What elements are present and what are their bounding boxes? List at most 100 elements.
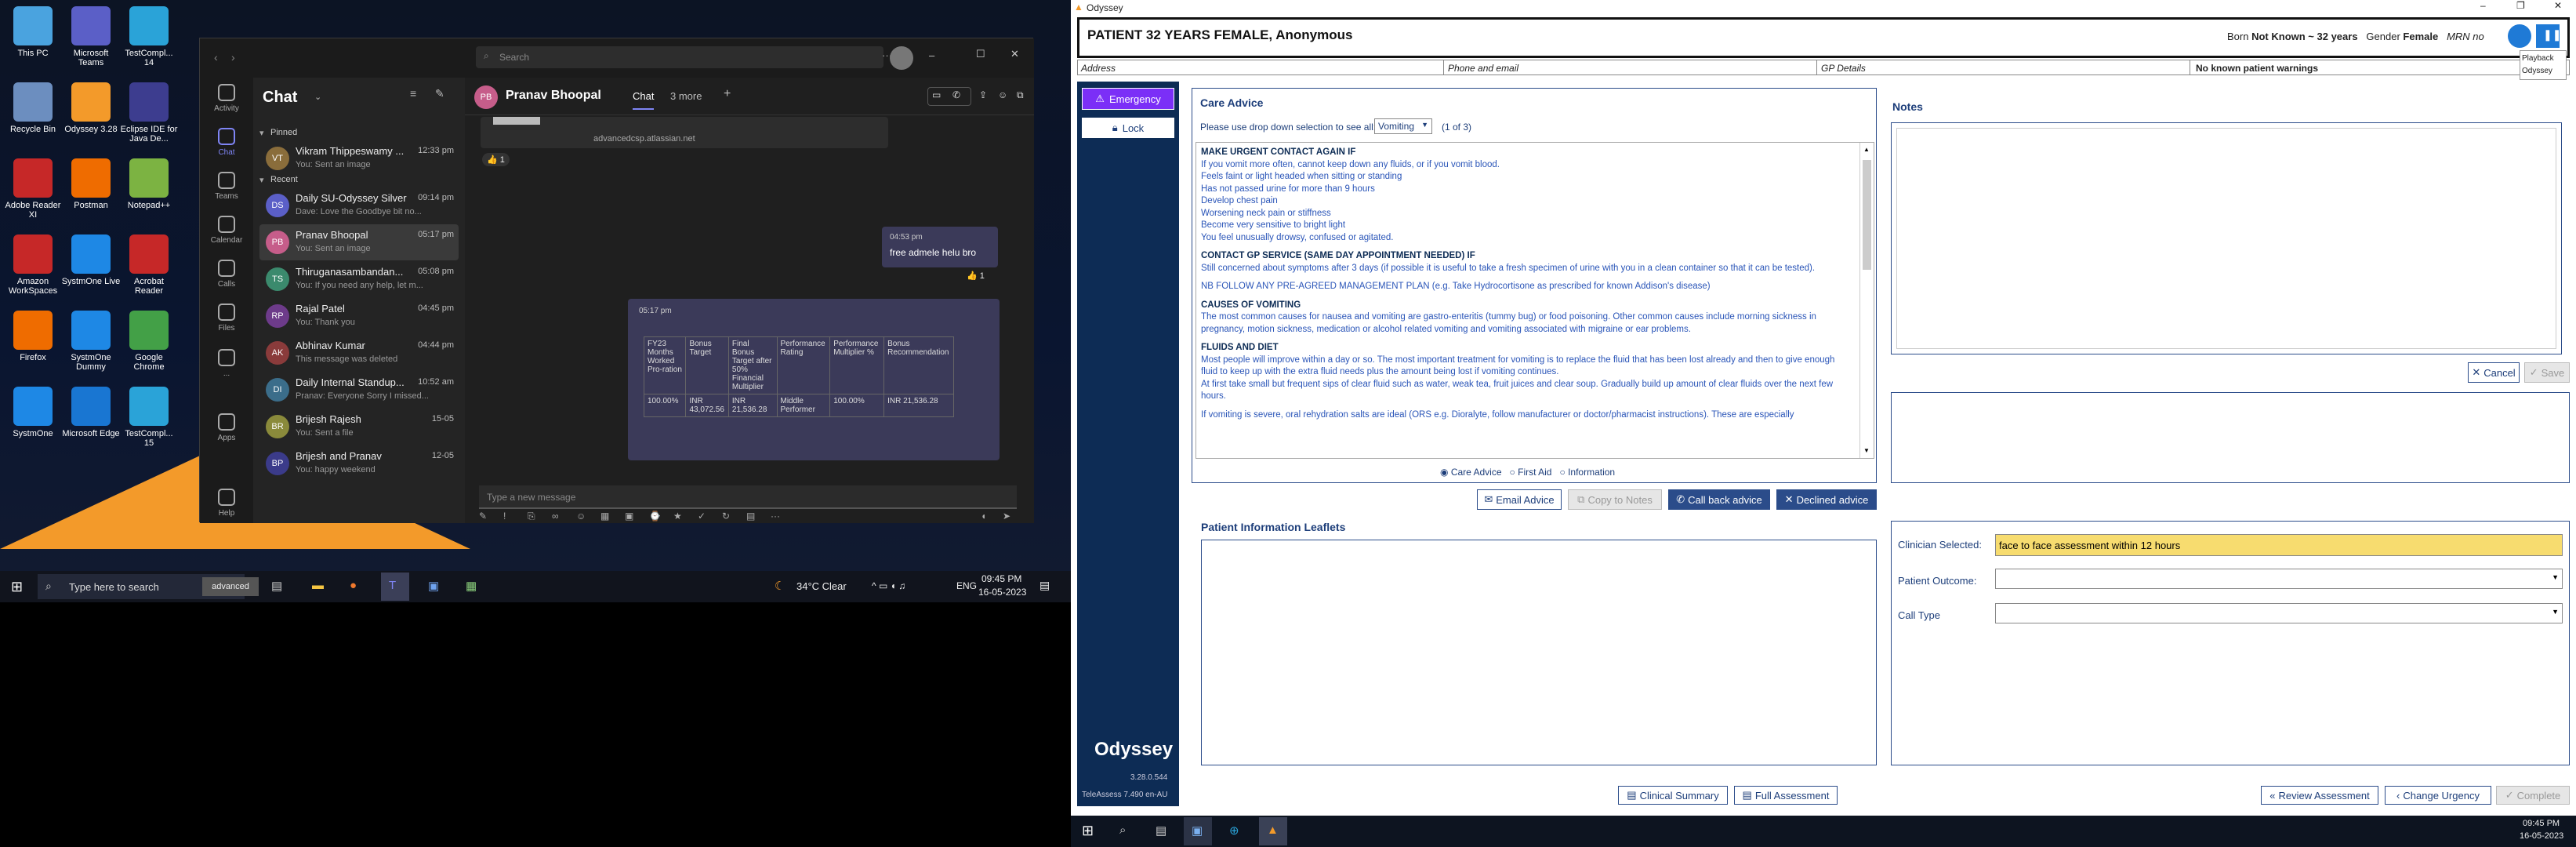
rail-item-2[interactable]: Teams [200,165,253,209]
complete-button[interactable]: ✓ Complete [2496,786,2570,805]
popout-icon[interactable]: ⧉ [1017,89,1024,101]
advice-scrollbar[interactable]: ▲ ▼ [1859,143,1874,458]
clock-time[interactable]: 09:45 PM [981,573,1021,584]
file-explorer-icon[interactable]: ▬ [312,579,324,592]
rail-item-0[interactable]: Activity [200,78,253,122]
chat-list-item[interactable]: DI Daily Internal Standup... Pranav: Every… [259,372,459,408]
scroll-thumb[interactable] [1863,160,1871,270]
pause-icon[interactable]: ❚❚ [2536,24,2561,48]
message-bubble-table[interactable]: 05:17 pm FY23 Months Worked Pro-ration Bo… [628,299,1000,460]
desktop-icon[interactable]: Firefox [3,307,63,386]
rail-item-4[interactable]: Calls [200,253,253,297]
chat-list-item[interactable]: BP Brijesh and Pranav You: happy weekend 12… [259,445,459,482]
desktop-icon[interactable]: Postman [61,155,121,234]
chat-list-item[interactable]: DS Daily SU-Odyssey Silver Dave: Love the … [259,187,459,224]
call-type-dropdown[interactable]: ▼ [1995,603,2563,623]
desktop-icon[interactable]: Adobe Reader XI [3,155,63,234]
desktop-icon[interactable]: TestCompl... 14 [119,3,179,82]
search-icon[interactable]: ⌕ [1119,823,1126,837]
playback-logo-icon[interactable] [2508,24,2531,48]
firefox-taskbar-icon[interactable]: ● [350,579,357,592]
sticker-icon[interactable]: ▣ [625,511,633,522]
close-icon[interactable]: ✕ [2554,0,2562,11]
windows-start-icon[interactable]: ⊞ [11,579,23,595]
clock-date[interactable]: 16-05-2023 [978,587,1026,598]
send-icon[interactable]: ➤ [1003,511,1010,522]
close-icon[interactable]: ✕ [1010,48,1019,60]
language-indicator[interactable]: ENG [956,580,977,591]
emergency-button[interactable]: ⚠ Emergency [1082,88,1174,110]
video-call-icon[interactable]: ▭ [932,89,941,100]
forward-arrow-icon[interactable]: › [231,51,235,64]
emoji-icon[interactable]: ☺ [576,511,586,522]
more-icon[interactable]: ··· [771,511,780,522]
maximize-icon[interactable]: ☐ [976,48,985,60]
save-button[interactable]: ✓ Save [2524,362,2570,383]
clinical-summary-button[interactable]: ▤ Clinical Summary [1618,786,1728,805]
rail-item-6[interactable]: ... [200,343,253,387]
reaction-badge[interactable]: 👍 1 [482,153,510,166]
chat-list-item[interactable]: AK Abhinav Kumar This message was deleted 0… [259,335,459,371]
link-preview[interactable]: advancedcsp.atlassian.net [481,117,888,148]
restore-icon[interactable]: ❐ [2516,0,2525,11]
back-arrow-icon[interactable]: ‹ [214,51,218,64]
leaflets-panel[interactable] [1201,540,1877,765]
desktop-icon[interactable]: This PC [3,3,63,82]
task-view-icon[interactable]: ▤ [1156,823,1166,838]
teams-search-input[interactable]: ⌕ Search [476,46,883,68]
desktop-icon[interactable]: Odyssey 3.28 [61,79,121,158]
scroll-up-icon[interactable]: ▲ [1863,146,1870,153]
chat-list-item[interactable]: TS Thiruganasambandan... You: If you need … [259,261,459,297]
profile-avatar[interactable] [890,46,913,70]
chat-list-item[interactable]: RP Rajal Patel You: Thank you 04:45 pm [259,298,459,334]
desktop-icon[interactable]: Amazon WorkSpaces [3,231,63,310]
new-chat-icon[interactable]: ✎ [435,87,444,100]
phone-call-icon[interactable]: ✆ [952,89,960,100]
desktop-icon[interactable]: Eclipse IDE for Java De... [119,79,179,158]
loop-icon[interactable]: ∞ [552,511,559,522]
rail-item-1[interactable]: Chat [200,122,253,165]
chat-list-item[interactable]: BR Brijesh Rajesh You: Sent a file 15-05 [259,409,459,445]
desktop-icon[interactable]: Microsoft Edge [61,384,121,462]
desktop-icon[interactable]: SystmOne Live [61,231,121,310]
dictate-icon[interactable]: ◖ [981,511,986,522]
participants-icon[interactable]: ☺ [998,89,1007,100]
desktop-icon[interactable]: TestCompl... 15 [119,384,179,462]
reaction-badge-2[interactable]: 👍 1 [967,271,985,281]
testcomplete-taskbar-icon[interactable]: ⊕ [1229,823,1239,838]
rail-item-3[interactable]: Calendar [200,209,253,253]
gif-icon[interactable]: ▦ [600,511,609,522]
tray-icons[interactable]: ^ ▭ ◖ ♫ [872,580,905,591]
review-assessment-button[interactable]: «Review Assessment [2261,786,2378,805]
windows-start-icon[interactable]: ⊞ [1082,823,1094,839]
odyssey-taskbar-icon[interactable]: ▲ [1259,817,1287,845]
forms-icon[interactable]: ▤ [746,511,755,522]
advice-textbox[interactable]: MAKE URGENT CONTACT AGAIN IF If you vomit… [1195,142,1874,459]
phone-field[interactable]: Phone and email [1448,63,1518,74]
schedule-icon[interactable]: ⌚ [649,511,661,522]
address-field[interactable]: Address [1081,63,1116,74]
topic-dropdown[interactable]: Vomiting ▼ [1374,118,1432,134]
pinned-chevron-icon[interactable]: ▾ [259,128,264,138]
tab-chat[interactable]: Chat [633,90,655,110]
teams-taskbar-icon[interactable]: T [381,573,409,601]
patient-outcome-dropdown[interactable]: ▼ [1995,569,2563,589]
link-text[interactable]: advancedcsp.atlassian.net [593,134,695,144]
desktop-icon[interactable]: Notepad++ [119,155,179,234]
lock-button[interactable]: 🔒︎ Lock [1082,118,1174,138]
add-tab-icon[interactable]: + [724,87,731,101]
message-bubble-sent[interactable]: 04:53 pm free admele helu bro [882,227,998,267]
declined-advice-button[interactable]: ✕ Declined advice [1776,489,1877,510]
full-assessment-button[interactable]: ▤ Full Assessment [1734,786,1838,805]
scroll-down-icon[interactable]: ▼ [1863,447,1870,454]
radio-information[interactable]: ○ Information [1559,467,1615,478]
notes-textarea[interactable] [1891,122,2562,354]
rail-item-7[interactable]: Apps [200,407,253,451]
approvals-icon[interactable]: ✓ [698,511,706,522]
copy-to-notes-button[interactable]: ⧉ Copy to Notes [1568,489,1662,510]
cancel-button[interactable]: ✕ Cancel [2468,362,2520,383]
minimize-icon[interactable]: – [2480,0,2486,11]
compose-box[interactable]: Type a new message [479,485,1017,509]
app2-taskbar-icon[interactable]: ▦ [466,579,477,593]
praise-icon[interactable]: ★ [673,511,682,522]
